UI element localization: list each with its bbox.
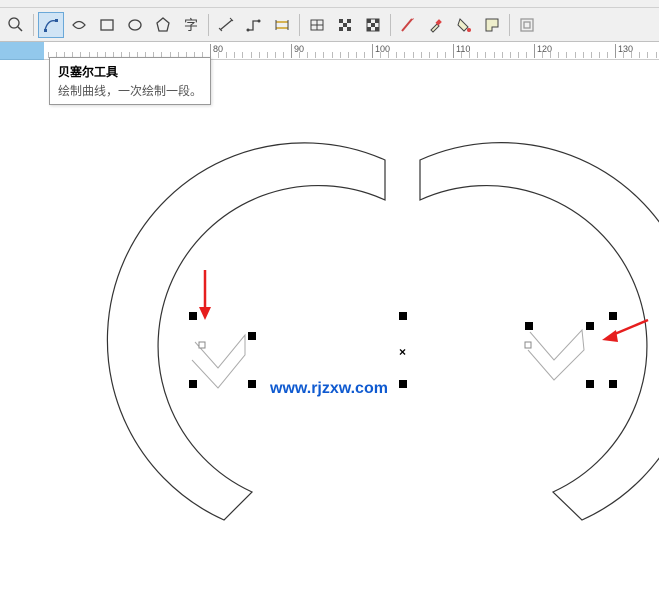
separator: [299, 14, 300, 36]
selection-handle[interactable]: [248, 380, 256, 388]
tooltip-desc: 绘制曲线，一次绘制一段。: [58, 82, 202, 99]
ruler-tick: 90: [291, 44, 304, 58]
selection-handle[interactable]: [399, 380, 407, 388]
interactive-fill-tool[interactable]: [451, 12, 477, 38]
ruler-active-region: [0, 42, 44, 60]
separator: [208, 14, 209, 36]
selection-handle[interactable]: [525, 322, 533, 330]
artistic-media-tool[interactable]: [66, 12, 92, 38]
bezier-tooltip: 贝塞尔工具 绘制曲线，一次绘制一段。: [49, 57, 211, 105]
selection-center: ×: [399, 345, 406, 359]
annotation-arrow-left: [195, 265, 225, 325]
separator: [509, 14, 510, 36]
transparency-tool[interactable]: [395, 12, 421, 38]
bezier-tool[interactable]: [38, 12, 64, 38]
separator: [33, 14, 34, 36]
ruler-tick: 80: [210, 44, 223, 58]
text-tool[interactable]: 字: [178, 12, 204, 38]
main-toolbar: 字: [0, 8, 659, 42]
watermark-text: www.rjzxw.com: [270, 380, 388, 398]
selection-handle[interactable]: [248, 332, 256, 340]
table-tool[interactable]: [304, 12, 330, 38]
annotation-arrow-right: [598, 310, 658, 350]
selection-handle[interactable]: [586, 322, 594, 330]
ellipse-tool[interactable]: [122, 12, 148, 38]
dimension-tool[interactable]: [213, 12, 239, 38]
bitmap-pattern-tool[interactable]: [332, 12, 358, 38]
property-bar: [0, 0, 659, 8]
powerclip-tool[interactable]: [514, 12, 540, 38]
eyedropper-tool[interactable]: [423, 12, 449, 38]
selection-handle[interactable]: [586, 380, 594, 388]
separator: [390, 14, 391, 36]
ring-shape[interactable]: [0, 60, 659, 596]
tooltip-title: 贝塞尔工具: [58, 63, 202, 80]
selection-handle[interactable]: [609, 380, 617, 388]
outline-tool[interactable]: [479, 12, 505, 38]
rectangle-tool[interactable]: [94, 12, 120, 38]
svg-text:字: 字: [184, 18, 198, 34]
zoom-tool[interactable]: [3, 12, 29, 38]
parallel-dim-tool[interactable]: [269, 12, 295, 38]
polygon-tool[interactable]: [150, 12, 176, 38]
bitmap-pattern2-tool[interactable]: [360, 12, 386, 38]
connector-tool[interactable]: [241, 12, 267, 38]
selection-handle[interactable]: [189, 380, 197, 388]
selection-handle[interactable]: [399, 312, 407, 320]
drawing-canvas[interactable]: ×: [0, 60, 659, 596]
